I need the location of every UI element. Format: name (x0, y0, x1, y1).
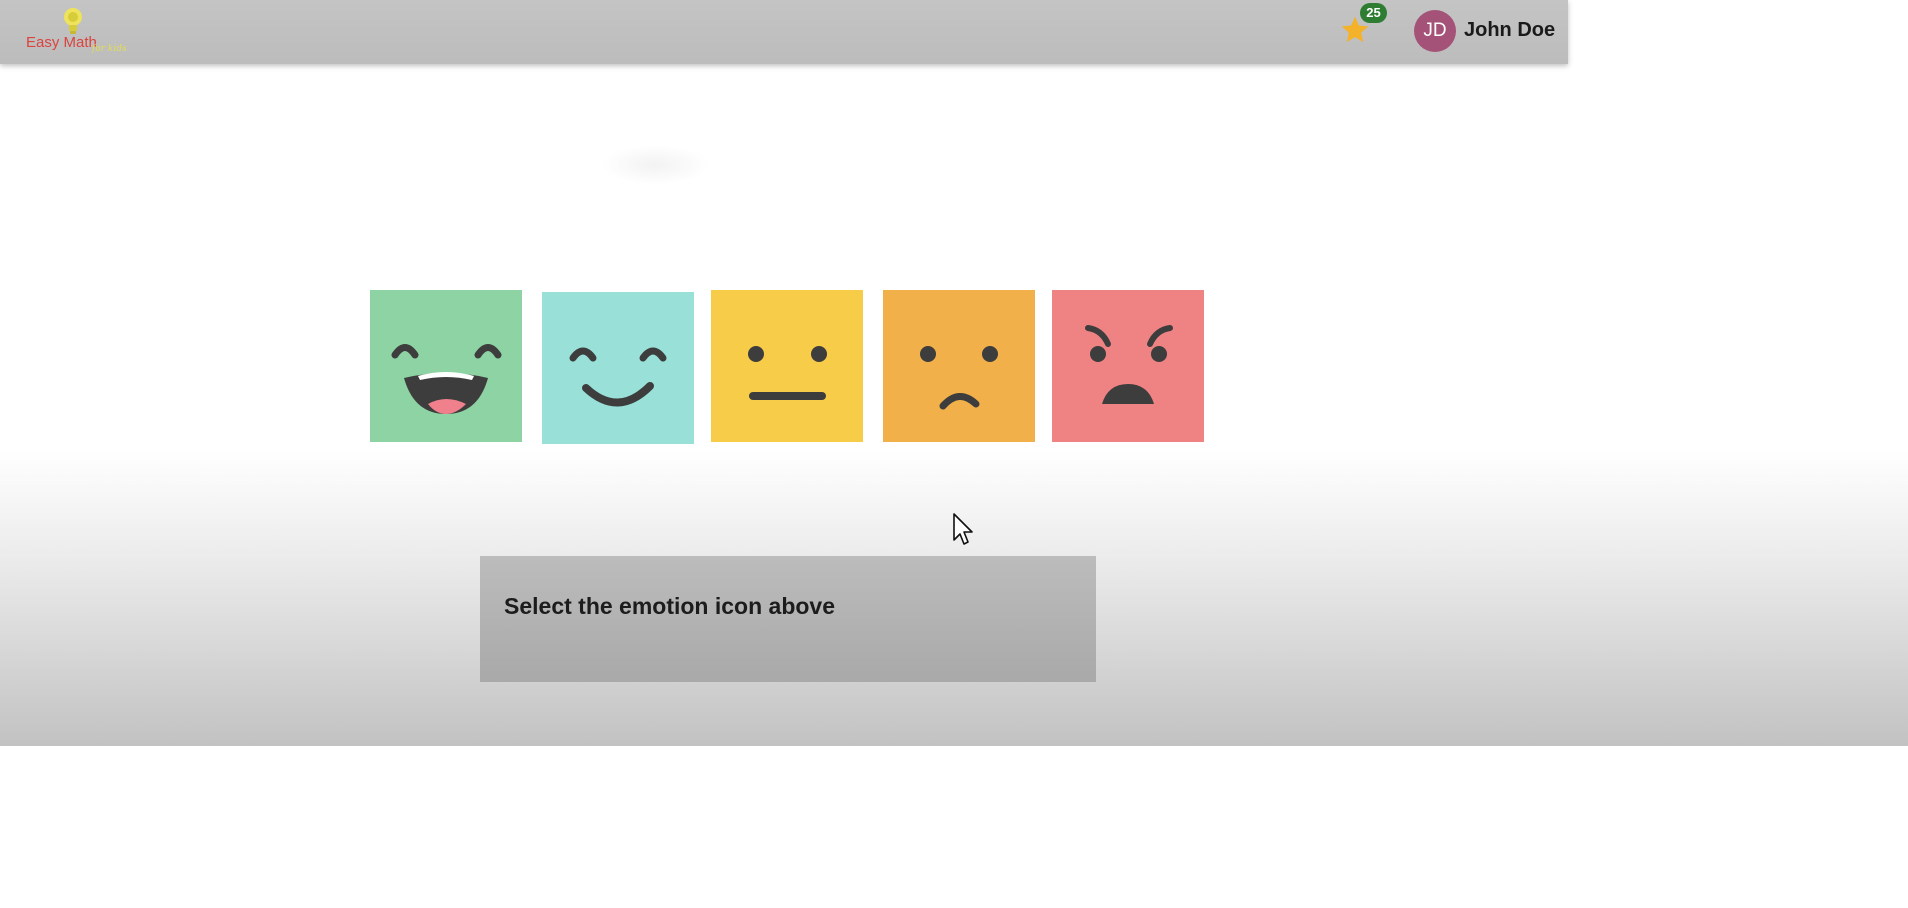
laughing-face-icon (370, 290, 522, 442)
emotion-neutral-button[interactable] (711, 290, 863, 442)
emotion-tile-bg (542, 292, 694, 444)
emotion-tile-bg (883, 290, 1035, 442)
emotion-tile-bg (370, 290, 522, 442)
faint-heading (600, 145, 710, 185)
stars-count-badge: 25 (1360, 3, 1387, 23)
sad-face-icon (883, 290, 1035, 442)
mouse-pointer-icon (953, 513, 973, 545)
emotion-sad-button[interactable] (883, 290, 1035, 442)
logo-subtext: for kids (92, 44, 127, 54)
instruction-text: Select the emotion icon above (504, 593, 836, 619)
emotion-tile-bg (711, 290, 863, 442)
emotion-smiling-button[interactable] (542, 292, 694, 444)
neutral-face-icon (711, 290, 863, 442)
angry-face-icon (1052, 290, 1204, 442)
instruction-panel: Select the emotion icon above (480, 556, 1096, 682)
top-app-bar: Easy Math for kids 25 JD John Doe (0, 0, 1568, 64)
emotion-angry-button[interactable] (1052, 290, 1204, 442)
emotion-laughing-button[interactable] (370, 290, 522, 442)
emotion-tile-bg (1052, 290, 1204, 442)
smiling-face-icon (542, 292, 694, 444)
app-logo[interactable]: Easy Math for kids (22, 6, 132, 58)
lightbulb-icon (64, 8, 82, 34)
logo-text: Easy Math (26, 34, 97, 51)
avatar[interactable]: JD (1414, 10, 1456, 52)
user-name[interactable]: John Doe (1464, 19, 1555, 42)
